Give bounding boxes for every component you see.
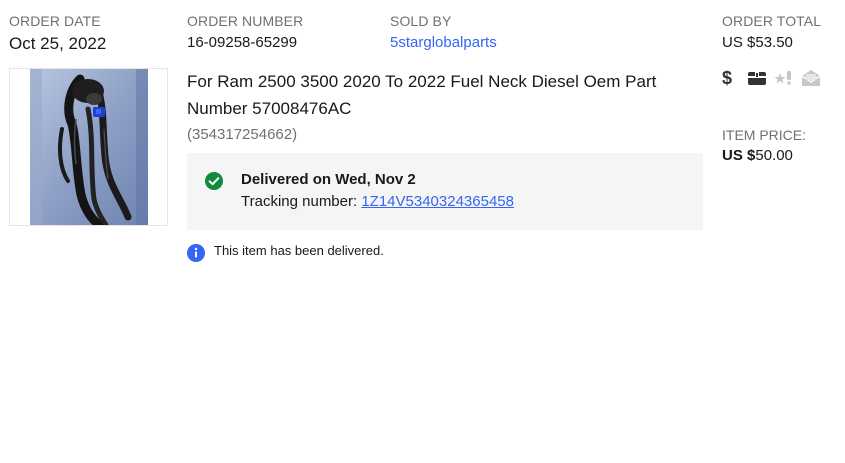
order-total-amount: 53.50 <box>755 34 793 51</box>
item-title-link[interactable]: For Ram 2500 3500 2020 To 2022 Fuel Neck… <box>187 68 697 122</box>
tracking-number-link[interactable]: 1Z14V5340324365458 <box>361 193 514 210</box>
order-card: ORDER DATE Oct 25, 2022 ORDER NUMBER 16-… <box>0 0 845 463</box>
svg-text:$: $ <box>722 68 732 88</box>
order-date-value: Oct 25, 2022 <box>9 34 107 53</box>
order-number-value: 16-09258-65299 <box>187 34 298 51</box>
tracking-label: Tracking number: <box>241 193 358 210</box>
info-message-text: This item has been delivered. <box>214 243 384 258</box>
order-number-label: ORDER NUMBER <box>187 13 304 29</box>
sold-by-label: SOLD BY <box>390 13 452 29</box>
item-price-currency: US $ <box>722 147 756 164</box>
item-price-amount: 50.00 <box>755 147 793 164</box>
dollar-icon[interactable]: $ <box>718 68 738 88</box>
item-price-value: US $50.00 <box>722 147 793 164</box>
order-total-label: ORDER TOTAL <box>722 13 822 29</box>
info-icon <box>187 244 205 262</box>
package-icon[interactable] <box>747 68 767 88</box>
tracking-line: Tracking number: 1Z14V5340324365458 <box>241 193 514 210</box>
delivery-status-panel: Delivered on Wed, Nov 2 Tracking number:… <box>187 153 703 230</box>
message-envelope-icon[interactable] <box>801 68 821 88</box>
order-action-icons: $ <box>718 68 828 88</box>
item-id: (354317254662) <box>187 126 298 143</box>
order-total-value: US $53.50 <box>722 34 793 51</box>
order-total-currency: US $ <box>722 34 756 51</box>
product-photo-fuel-neck <box>30 69 148 225</box>
item-price-label: ITEM PRICE: <box>722 127 807 143</box>
seller-link[interactable]: 5starglobalparts <box>390 34 497 51</box>
product-image[interactable] <box>9 68 168 226</box>
feedback-star-icon[interactable] <box>774 68 794 88</box>
order-date-label: ORDER DATE <box>9 13 101 29</box>
check-circle-icon <box>205 172 223 190</box>
delivery-status-text: Delivered on Wed, Nov 2 <box>241 171 416 188</box>
